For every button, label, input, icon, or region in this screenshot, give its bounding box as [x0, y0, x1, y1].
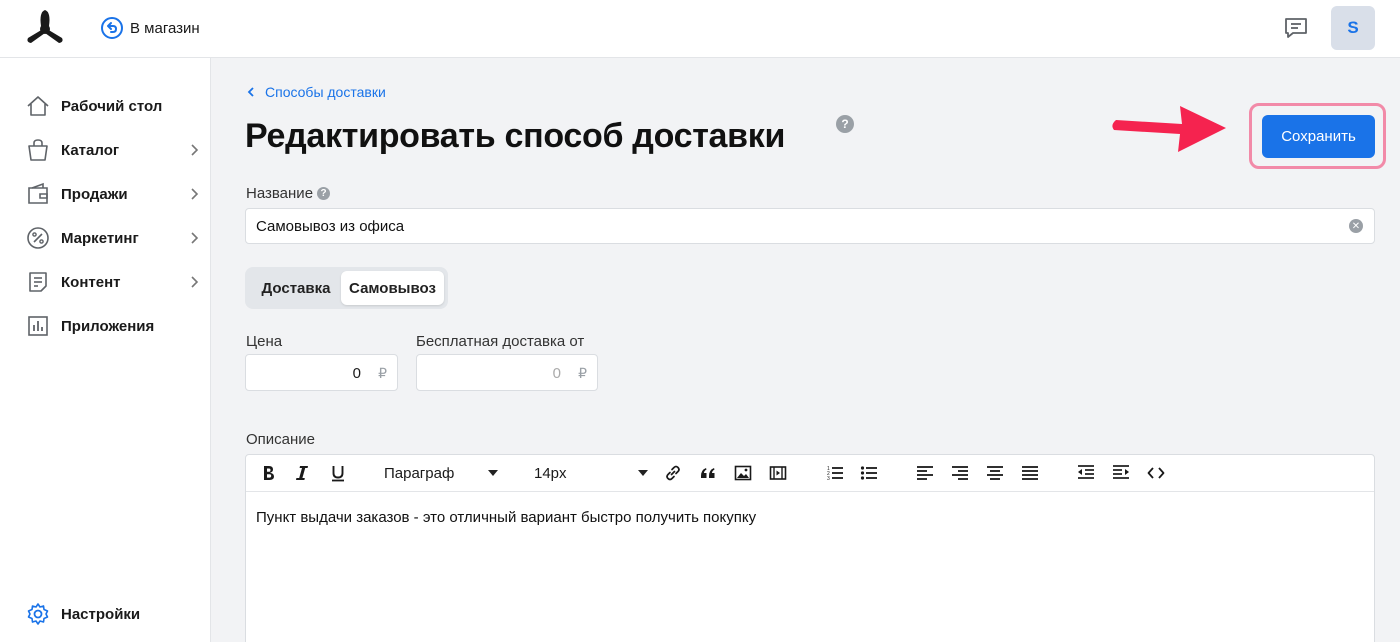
font-size-select[interactable]: 14px: [534, 461, 650, 485]
image-icon: [734, 465, 752, 481]
insert-image-button[interactable]: [732, 461, 754, 485]
italic-icon: [296, 466, 308, 480]
home-icon: [27, 96, 49, 116]
sidebar-item-label: Настройки: [61, 605, 141, 623]
source-code-button[interactable]: [1145, 461, 1167, 485]
price-input[interactable]: 0 ₽: [245, 354, 398, 391]
align-center-icon: [987, 466, 1003, 480]
italic-button[interactable]: [292, 461, 312, 485]
help-icon[interactable]: ?: [317, 187, 331, 200]
chevron-right-icon: [191, 232, 199, 244]
paragraph-format-value: Параграф: [384, 464, 455, 482]
back-arrow-icon: [101, 17, 123, 39]
link-icon: [666, 465, 680, 481]
sidebar-item-label: Каталог: [61, 141, 120, 159]
rich-text-editor: Параграф 14px 123 Пункт выдачи заказов -…: [245, 454, 1375, 642]
free-delivery-label: Бесплатная доставка от: [416, 333, 585, 350]
percent-icon: [27, 227, 49, 249]
code-icon: [1147, 467, 1165, 479]
chevron-right-icon: [191, 276, 199, 288]
clear-icon[interactable]: ✕: [1349, 219, 1363, 233]
sidebar-item-label: Маркетинг: [61, 229, 139, 247]
tab-delivery[interactable]: Доставка: [251, 271, 341, 305]
ordered-list-icon: 123: [827, 466, 843, 482]
chat-icon[interactable]: [1283, 15, 1309, 41]
bold-button[interactable]: [258, 461, 278, 485]
save-button[interactable]: Сохранить: [1262, 115, 1375, 158]
sidebar-item-label: Рабочий стол: [61, 97, 163, 115]
user-avatar[interactable]: S: [1331, 6, 1375, 50]
align-left-icon: [917, 466, 933, 480]
tab-pickup[interactable]: Самовывоз: [341, 271, 444, 305]
align-left-button[interactable]: [914, 461, 936, 485]
sidebar-item-label: Приложения: [61, 317, 155, 335]
breadcrumb-label: Способы доставки: [265, 84, 386, 100]
name-input[interactable]: [245, 208, 1375, 244]
sidebar-item-label: Продажи: [61, 185, 128, 203]
sidebar-item-settings[interactable]: Настройки: [26, 600, 201, 628]
underline-button[interactable]: [328, 461, 348, 485]
indent-icon: [1113, 465, 1129, 479]
underline-icon: [332, 466, 344, 482]
outdent-icon: [1078, 465, 1094, 479]
bullet-list-icon: [860, 466, 877, 480]
bullet-list-button[interactable]: [858, 461, 880, 485]
bag-icon: [28, 139, 48, 161]
sidebar-item-catalog[interactable]: Каталог: [26, 136, 201, 164]
outdent-button[interactable]: [1075, 461, 1097, 485]
free-delivery-placeholder: 0: [552, 365, 561, 382]
svg-text:3: 3: [827, 476, 830, 482]
free-delivery-input[interactable]: 0 ₽: [416, 354, 598, 391]
video-icon: [769, 466, 787, 480]
sidebar-item-label: Контент: [61, 273, 121, 291]
quote-icon: [701, 468, 715, 478]
chevron-down-icon: [488, 470, 498, 476]
top-bar: В магазин S: [0, 0, 1400, 58]
align-justify-button[interactable]: [1019, 461, 1041, 485]
price-value: 0: [352, 365, 361, 382]
paragraph-format-select[interactable]: Параграф: [384, 461, 500, 485]
editor-toolbar: Параграф 14px 123: [246, 455, 1374, 492]
page-title: Редактировать способ доставки: [245, 117, 786, 155]
align-right-button[interactable]: [949, 461, 971, 485]
breadcrumb[interactable]: Способы доставки: [247, 84, 386, 100]
sidebar-item-sales[interactable]: Продажи: [26, 180, 201, 208]
pointer-arrow-icon: [1112, 106, 1226, 152]
help-icon[interactable]: ?: [836, 115, 854, 133]
back-to-store-label: В магазин: [130, 19, 200, 37]
chart-icon: [28, 316, 48, 336]
document-icon: [29, 272, 47, 292]
font-size-value: 14px: [534, 464, 567, 482]
indent-button[interactable]: [1110, 461, 1132, 485]
ordered-list-button[interactable]: 123: [824, 461, 846, 485]
back-to-store-link[interactable]: В магазин: [100, 16, 200, 40]
sidebar-item-apps[interactable]: Приложения: [26, 312, 201, 340]
align-right-icon: [952, 466, 968, 480]
chevron-left-icon: [247, 87, 254, 97]
link-button[interactable]: [662, 461, 684, 485]
align-justify-icon: [1022, 466, 1038, 480]
chevron-right-icon: [191, 188, 199, 200]
sidebar-item-content[interactable]: Контент: [26, 268, 201, 296]
name-label: Название?: [246, 185, 331, 202]
wallet-icon: [28, 182, 48, 204]
price-label: Цена: [246, 333, 283, 350]
editor-content[interactable]: Пункт выдачи заказов - это отличный вари…: [256, 509, 756, 526]
sidebar-item-dashboard[interactable]: Рабочий стол: [26, 92, 201, 120]
description-label: Описание: [246, 431, 316, 448]
delivery-type-tabs: Доставка Самовывоз: [245, 267, 448, 309]
currency-sign: ₽: [378, 365, 387, 381]
currency-sign: ₽: [578, 365, 587, 381]
align-center-button[interactable]: [984, 461, 1006, 485]
logo-icon[interactable]: [24, 8, 66, 46]
sidebar: Рабочий стол Каталог Продажи Маркетинг К…: [0, 58, 211, 642]
blockquote-button[interactable]: [697, 461, 719, 485]
gear-icon: [27, 603, 49, 625]
sidebar-item-marketing[interactable]: Маркетинг: [26, 224, 201, 252]
bold-icon: [264, 466, 274, 480]
chevron-down-icon: [638, 470, 648, 476]
insert-video-button[interactable]: [767, 461, 789, 485]
chevron-right-icon: [191, 144, 199, 156]
